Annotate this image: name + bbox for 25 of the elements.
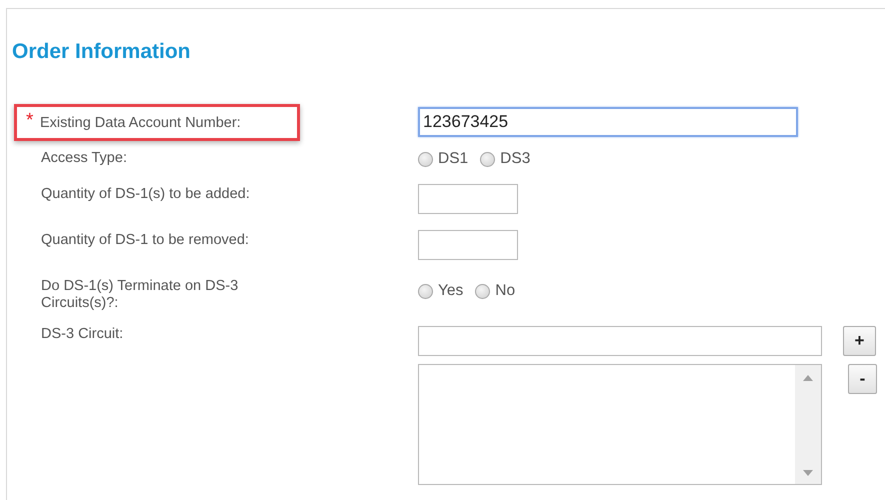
required-asterisk: * (26, 112, 34, 129)
radio-label[interactable]: No (495, 282, 516, 300)
scroll-up-icon[interactable] (803, 375, 813, 381)
field-label: Quantity of DS-1(s) to be added: (41, 186, 251, 203)
text-field[interactable]: 123673425 (418, 107, 798, 137)
section-title: Order Information (11, 39, 192, 65)
radio-label[interactable]: Yes (438, 282, 464, 300)
radio-label[interactable]: DS3 (500, 150, 530, 168)
field-label: Access Type: (41, 150, 128, 167)
list-box[interactable] (418, 364, 822, 485)
add-button[interactable]: + (843, 326, 876, 356)
text-field[interactable] (418, 326, 822, 356)
field-label: Existing Data Account Number: (40, 115, 242, 132)
radio-label[interactable]: DS1 (438, 150, 468, 168)
scroll-down-icon[interactable] (803, 470, 813, 476)
remove-button[interactable]: - (848, 364, 877, 394)
radio-button[interactable] (475, 284, 490, 298)
field-label: Do DS-1(s) Terminate on DS-3 Circuits(s)?: (41, 278, 240, 312)
text-field[interactable] (418, 230, 518, 260)
text-field[interactable] (418, 184, 518, 214)
radio-button[interactable] (418, 152, 433, 166)
field-label: Quantity of DS-1 to be removed: (41, 232, 250, 249)
field-label: DS-3 Circuit: (41, 326, 124, 343)
radio-button[interactable] (418, 284, 433, 298)
radio-button[interactable] (480, 152, 496, 166)
